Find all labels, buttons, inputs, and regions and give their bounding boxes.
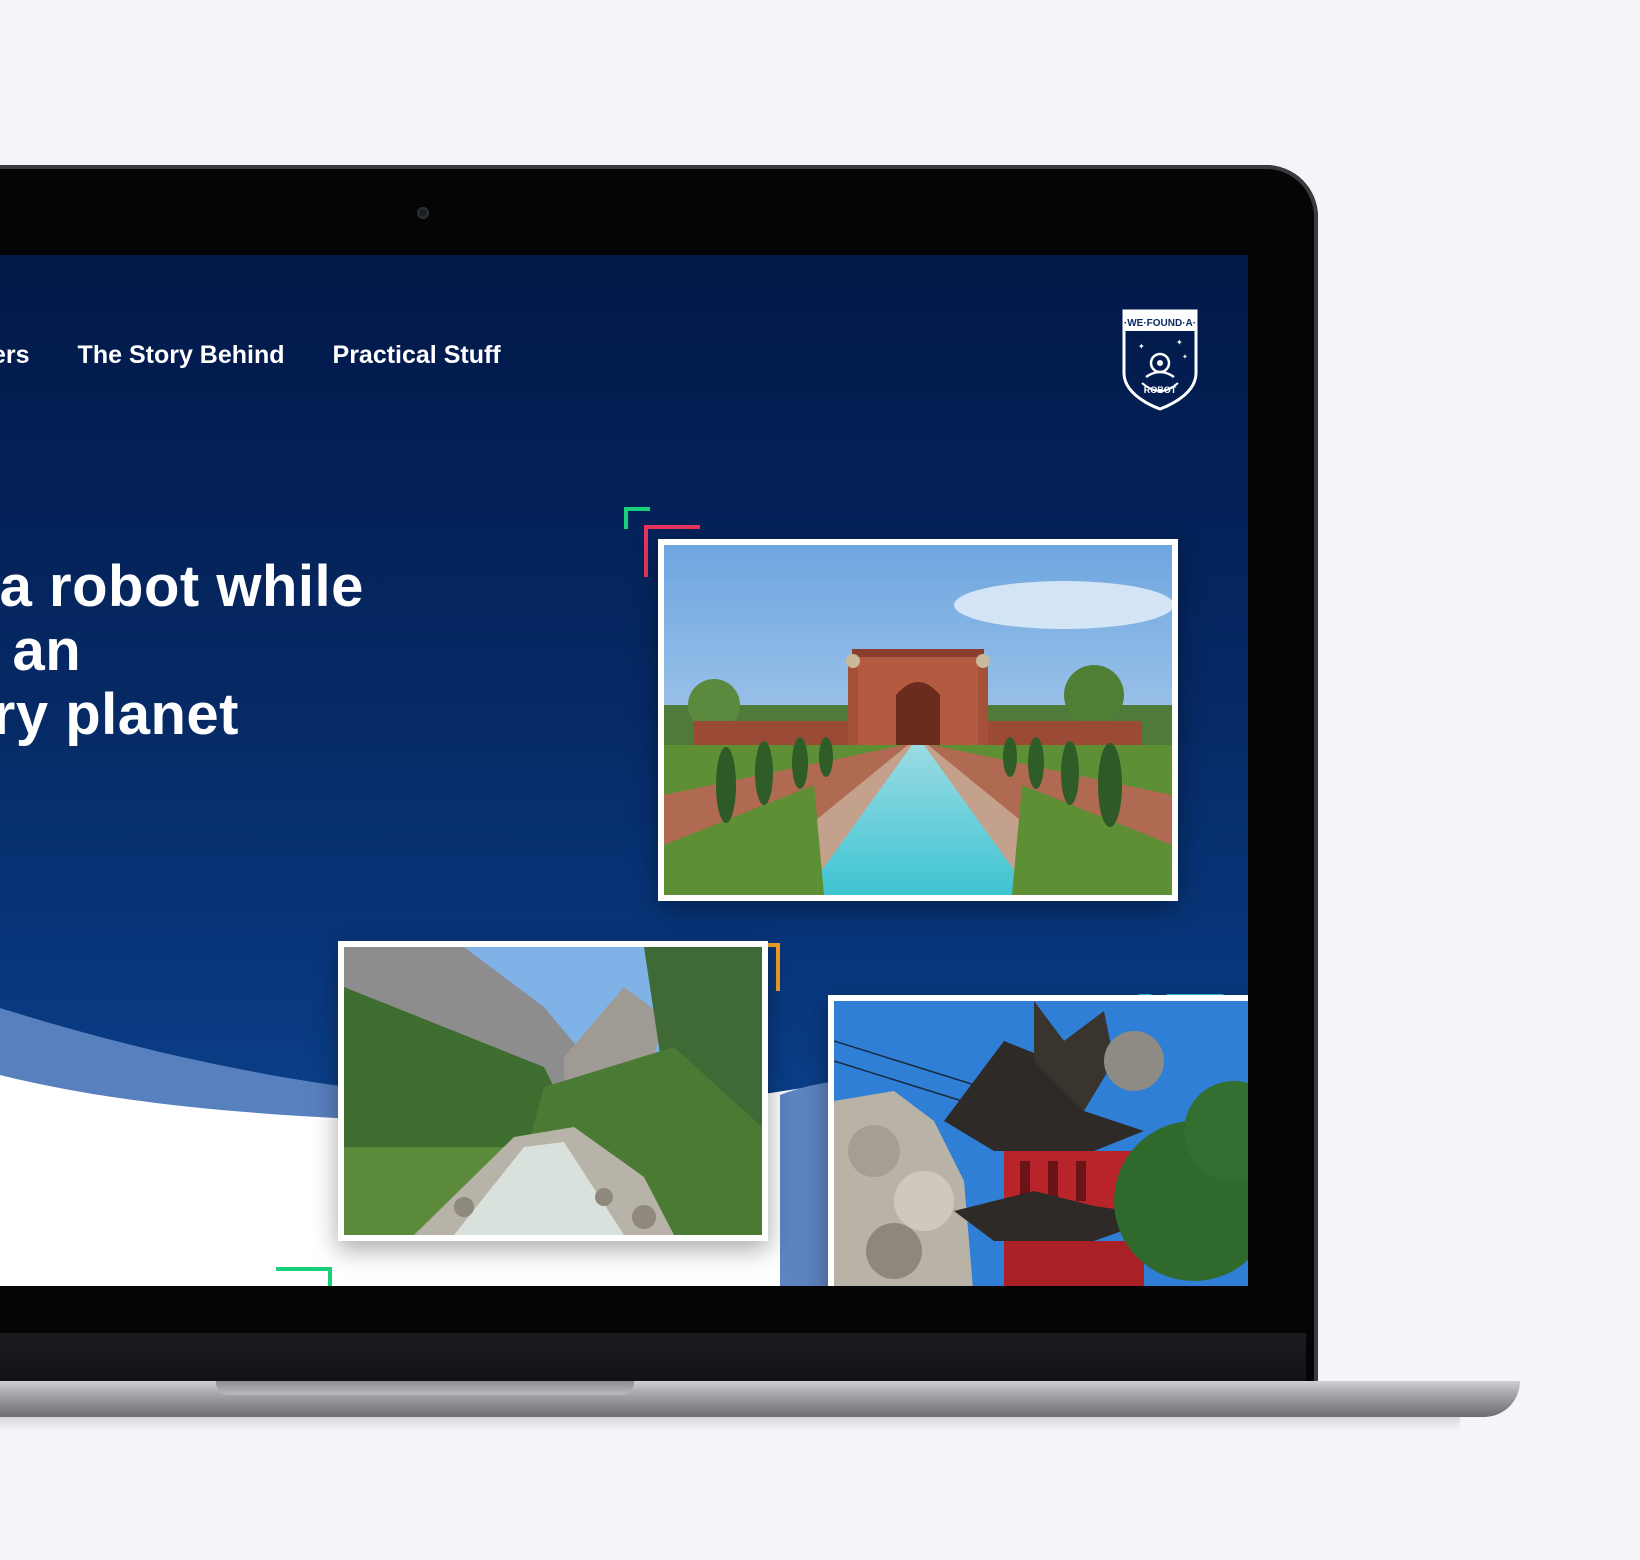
webcam xyxy=(417,207,429,219)
svg-text:✦: ✦ xyxy=(1138,342,1145,351)
laptop-notch xyxy=(216,1381,634,1395)
hero-line-2: g an xyxy=(0,618,82,683)
svg-text:✦: ✦ xyxy=(1182,353,1188,361)
corner-bracket-green-bottom xyxy=(276,1267,332,1286)
nav-item-partial[interactable]: ers xyxy=(0,341,30,370)
hero-line-1: r a robot while xyxy=(0,554,364,619)
laptop-chin xyxy=(0,1333,1306,1381)
valley-image xyxy=(344,947,762,1235)
hero-line-3: ary planet xyxy=(0,682,239,747)
laptop-shadow xyxy=(0,1417,1460,1431)
logo-top-text: ·WE·FOUND·A· xyxy=(1124,318,1196,329)
photo-pagoda[interactable] xyxy=(828,995,1248,1286)
photo-gateway[interactable] xyxy=(658,539,1178,901)
nav-item-story-behind[interactable]: The Story Behind xyxy=(78,341,285,370)
logo-bottom-text: ROBOT xyxy=(1144,385,1177,395)
main-nav: ers The Story Behind Practical Stuff xyxy=(0,341,501,370)
svg-text:✦: ✦ xyxy=(1176,338,1183,347)
hero-headline: r a robot while g an ary planet xyxy=(0,555,364,747)
pagoda-image xyxy=(834,1001,1248,1286)
screen: ers The Story Behind Practical Stuff ·WE… xyxy=(0,255,1248,1286)
nav-item-practical-stuff[interactable]: Practical Stuff xyxy=(333,341,501,370)
gateway-image xyxy=(664,545,1172,895)
we-found-a-robot-logo[interactable]: ·WE·FOUND·A· ROBOT ✦ ✦ ✦ xyxy=(1120,307,1200,411)
photo-valley[interactable] xyxy=(338,941,768,1241)
